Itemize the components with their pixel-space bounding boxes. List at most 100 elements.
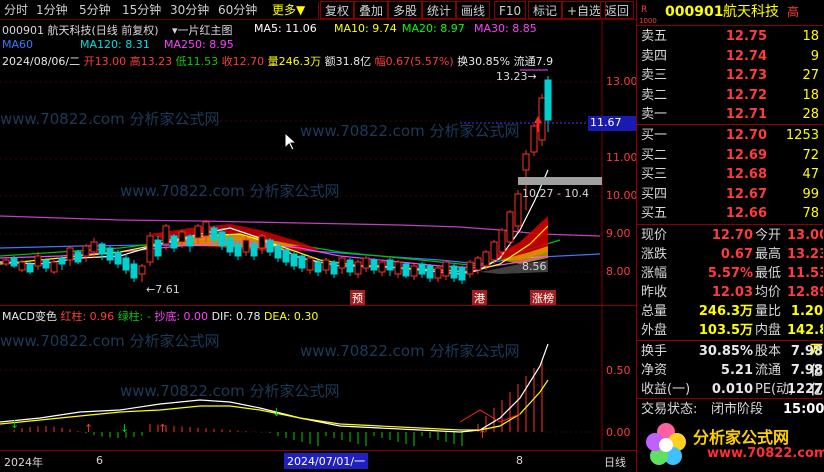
tab-1min[interactable]: 1分钟: [36, 1, 68, 19]
more-button[interactable]: 更多▼: [272, 1, 305, 19]
candle-body: [538, 97, 546, 141]
ma120-label: MA120: 8.31: [80, 38, 150, 51]
candle-body: [274, 245, 282, 259]
stat-row: 总量 246.3万 量比 1.20: [637, 302, 823, 322]
bid-row[interactable]: 买三 12.68 47: [637, 165, 823, 185]
bid-volume: 78: [802, 206, 819, 221]
stat-label: 股本: [755, 344, 782, 359]
ask-price: 12.71: [725, 107, 767, 122]
ask-price: 12.72: [725, 87, 767, 103]
bid-row[interactable]: 买四 12.67 99: [637, 185, 823, 205]
stat-value: 5.21: [720, 363, 753, 378]
macd-title[interactable]: MACD变色: [2, 310, 57, 323]
stat-label: 量比: [755, 304, 782, 319]
candle-body: [338, 257, 346, 269]
ma-value-label: 8.56: [522, 260, 547, 273]
candle-body: [162, 225, 170, 245]
tab-30min[interactable]: 30分钟: [170, 1, 209, 19]
candle-body: [266, 239, 274, 253]
macd-y-tick: 0.00: [606, 426, 631, 439]
candle-body: [544, 79, 552, 121]
candle-body: [522, 153, 530, 171]
event-marker[interactable]: 预: [350, 290, 365, 306]
stat-label: 涨跌: [641, 247, 668, 262]
event-marker[interactable]: 港: [472, 290, 487, 306]
ask-label: 卖一: [641, 107, 668, 122]
bid-row[interactable]: 买二 12.69 72: [637, 146, 823, 166]
crosshair-date: 2024/07/01/一: [284, 453, 369, 469]
tab-15min[interactable]: 15分钟: [122, 1, 161, 19]
stock-name: 航天科技: [723, 4, 779, 20]
back-button[interactable]: 返回: [600, 1, 635, 19]
stat-value: 1.20: [790, 304, 823, 319]
adjust-button[interactable]: 复权: [320, 1, 355, 19]
arrow-icon: →: [527, 70, 537, 83]
candle-body: [130, 263, 138, 279]
overlay-button[interactable]: 叠加: [354, 1, 389, 19]
chart-toolbar: 分时 1分钟 5分钟 15分钟 30分钟 60分钟 更多▼ 复权 叠加 多股 统…: [0, 0, 636, 20]
buy-arrow-icon: ↑: [478, 428, 488, 441]
candle-body: [154, 239, 162, 257]
bid-price: 12.70: [725, 128, 767, 143]
event-marker[interactable]: 涨榜: [530, 290, 556, 306]
bid-row[interactable]: 买一 12.70 1253: [637, 126, 823, 146]
kline-chart[interactable]: 000901 航天科技(日线 前复权) ▾一片红主图 MA5: 11.06 MA…: [0, 20, 638, 306]
flower-logo-icon: [646, 423, 686, 465]
bid-volume: 47: [802, 167, 819, 182]
candle-body: [226, 237, 234, 253]
ask-row[interactable]: 卖一 12.71 28: [637, 105, 823, 125]
buy-arrow-icon: ↑: [158, 422, 168, 435]
draw-button[interactable]: 画线: [456, 1, 491, 19]
candle-body: [530, 125, 538, 153]
bid-label: 买四: [641, 186, 668, 202]
ask-row[interactable]: 卖四 12.74 9: [637, 47, 823, 67]
macd-chart[interactable]: MACD变色 红柱: 0.96 绿柱: - 抄底: 0.00 DIF: 0.78…: [0, 305, 636, 451]
buy-arrow-icon: ↑: [84, 422, 94, 435]
candle-body: [2, 259, 10, 265]
stat-row: 涨跌 0.67最高 13.23: [637, 245, 823, 265]
multi-stock-button[interactable]: 多股: [388, 1, 423, 19]
candle-body: [218, 231, 226, 247]
stat-value: 13.00: [787, 228, 823, 243]
f10-button[interactable]: F10: [494, 1, 527, 19]
candle-body: [514, 193, 522, 227]
indicator-name[interactable]: ▾一片红主图: [172, 22, 233, 38]
candle-body: [66, 247, 74, 261]
bid-row[interactable]: 买五 12.66 78: [637, 204, 823, 224]
axis-month: 6: [96, 454, 103, 467]
toolbar-divider: [318, 2, 319, 18]
tab-intraday[interactable]: 分时: [4, 1, 28, 19]
ask-price: 12.73: [725, 68, 767, 83]
y-tick: 13.00: [606, 75, 638, 88]
stat-label: 外盘: [641, 323, 668, 338]
ask-volume: 28: [802, 107, 819, 122]
candle-body: [210, 227, 218, 241]
stat-value: 11.53: [787, 266, 823, 281]
arrow-icon: ←: [146, 283, 156, 296]
stat-value: 0.010: [711, 382, 753, 397]
bid-label: 买五: [641, 206, 668, 221]
candle-body: [90, 241, 98, 253]
mark-button[interactable]: 标记: [528, 1, 563, 19]
candle-body: [282, 249, 290, 263]
stat-label: 换手: [641, 344, 668, 359]
ask-row[interactable]: 卖二 12.72 18: [637, 86, 823, 106]
bid-price: 12.67: [725, 186, 767, 202]
stats-button[interactable]: 统计: [422, 1, 457, 19]
ma20-label: MA20: 8.97: [402, 22, 465, 35]
ask-row[interactable]: 卖三 12.73 27: [637, 66, 823, 86]
candle-body: [482, 251, 490, 267]
candle-body: [82, 245, 90, 257]
tab-5min[interactable]: 5分钟: [79, 1, 111, 19]
candle-body: [186, 235, 194, 247]
candle-body: [354, 261, 362, 275]
bid-label: 买三: [641, 167, 668, 182]
candle-body: [50, 261, 58, 273]
ask-row[interactable]: 卖五 12.75 18: [637, 27, 823, 47]
stat-row: 现价 12.70今开 13.00: [637, 226, 823, 246]
tab-60min[interactable]: 60分钟: [218, 1, 257, 19]
site-logo: 分析家公式网 www.70822.com: [637, 418, 824, 472]
candle-body: [290, 253, 298, 267]
stat-row: 收益(一) 0.010 PE(动) 1227: [637, 380, 823, 400]
stat-label: 总量: [641, 304, 668, 319]
